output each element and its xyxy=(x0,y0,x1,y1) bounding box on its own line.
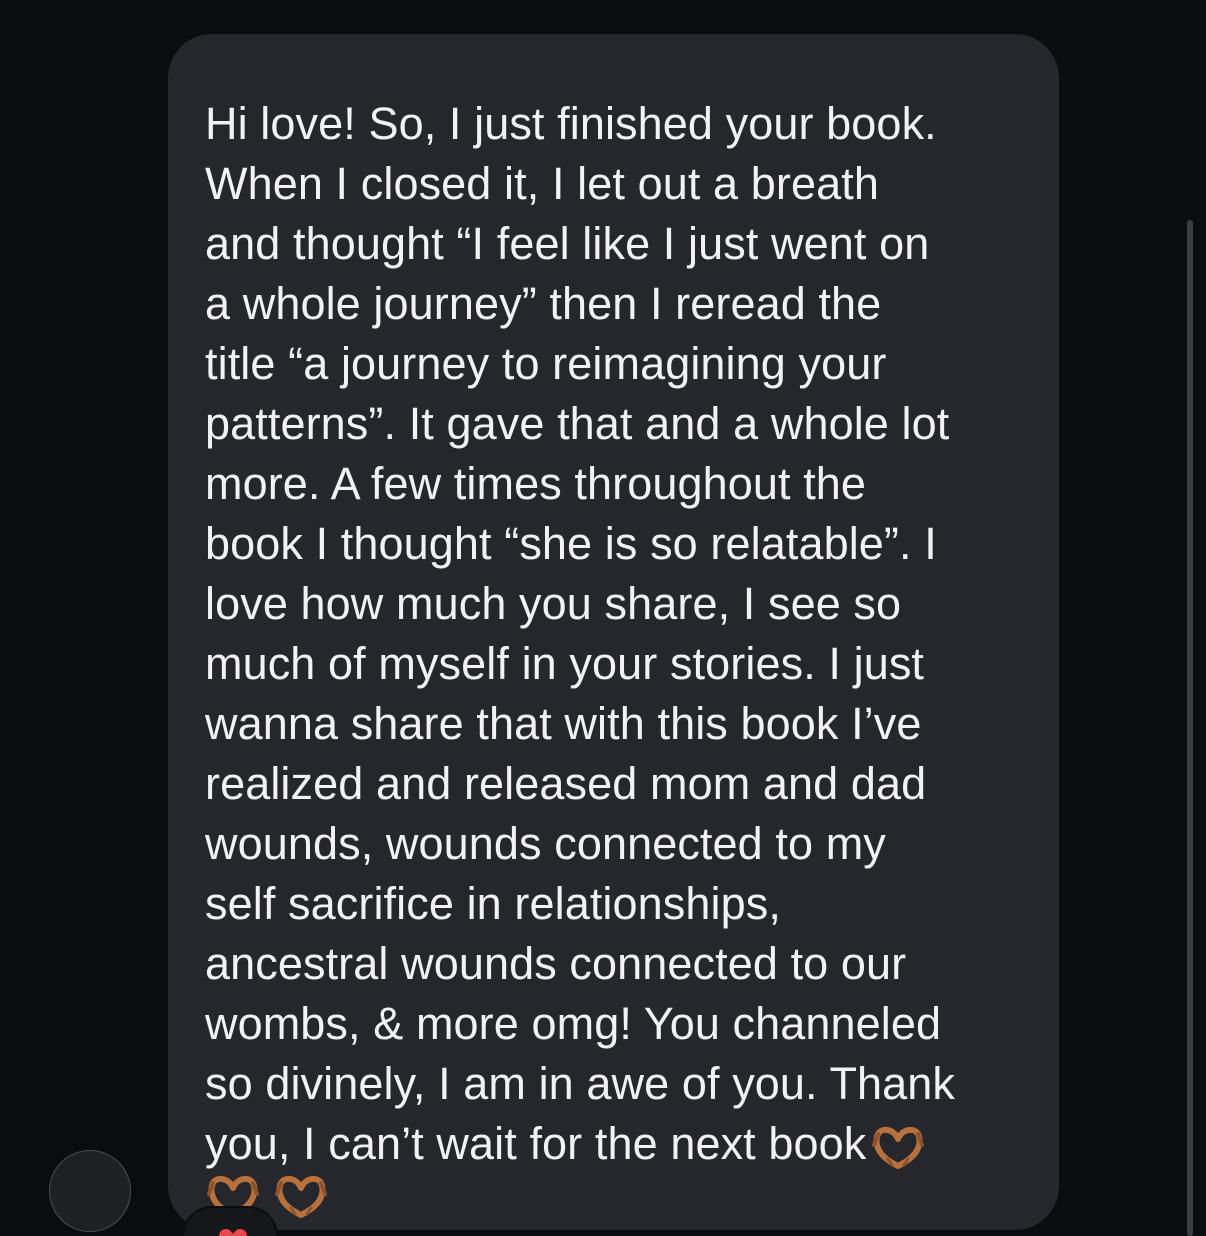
heart-hands-icon xyxy=(872,1126,925,1170)
message-line: self sacrifice in relationships, xyxy=(205,878,781,929)
message-line-last: you, I can’t wait for the next book xyxy=(205,1114,1019,1174)
heart-hands-icon xyxy=(275,1175,327,1218)
emoji-row xyxy=(205,1174,1019,1234)
message-line: much of myself in your stories. I just xyxy=(205,638,925,689)
scrollbar[interactable] xyxy=(1187,220,1193,1236)
avatar[interactable] xyxy=(49,1150,131,1232)
message-line: more. A few times throughout the xyxy=(205,458,867,509)
message-line: Hi love! So, I just finished your book. xyxy=(205,98,937,149)
message-line: book I thought “she is so relatable”. I xyxy=(205,518,937,569)
message-line: wanna share that with this book I’ve xyxy=(205,698,922,749)
message-line: When I closed it, I let out a breath xyxy=(205,158,879,209)
message-line: a whole journey” then I reread the xyxy=(205,278,882,329)
message-line: and thought “I feel like I just went on xyxy=(205,218,930,269)
message-line: wombs, & more omg! You channeled xyxy=(205,998,942,1049)
message-line-last-text: you, I can’t wait for the next book xyxy=(205,1118,867,1169)
message-line: love how much you share, I see so xyxy=(205,578,902,629)
message-line: wounds, wounds connected to my xyxy=(205,818,886,869)
message-bubble[interactable]: Hi love! So, I just finished your book. … xyxy=(168,34,1059,1230)
message-line: title “a journey to reimagining your xyxy=(205,338,887,389)
message-line: so divinely, I am in awe of you. Thank xyxy=(205,1058,956,1109)
message-line: patterns”. It gave that and a whole lot xyxy=(205,398,950,449)
message-thread: Hi love! So, I just finished your book. … xyxy=(0,0,1206,1236)
message-line: ancestral wounds connected to our xyxy=(205,938,907,989)
reaction-badge[interactable] xyxy=(182,1206,278,1236)
message-line: realized and released mom and dad xyxy=(205,758,927,809)
heart-icon xyxy=(219,1229,247,1236)
